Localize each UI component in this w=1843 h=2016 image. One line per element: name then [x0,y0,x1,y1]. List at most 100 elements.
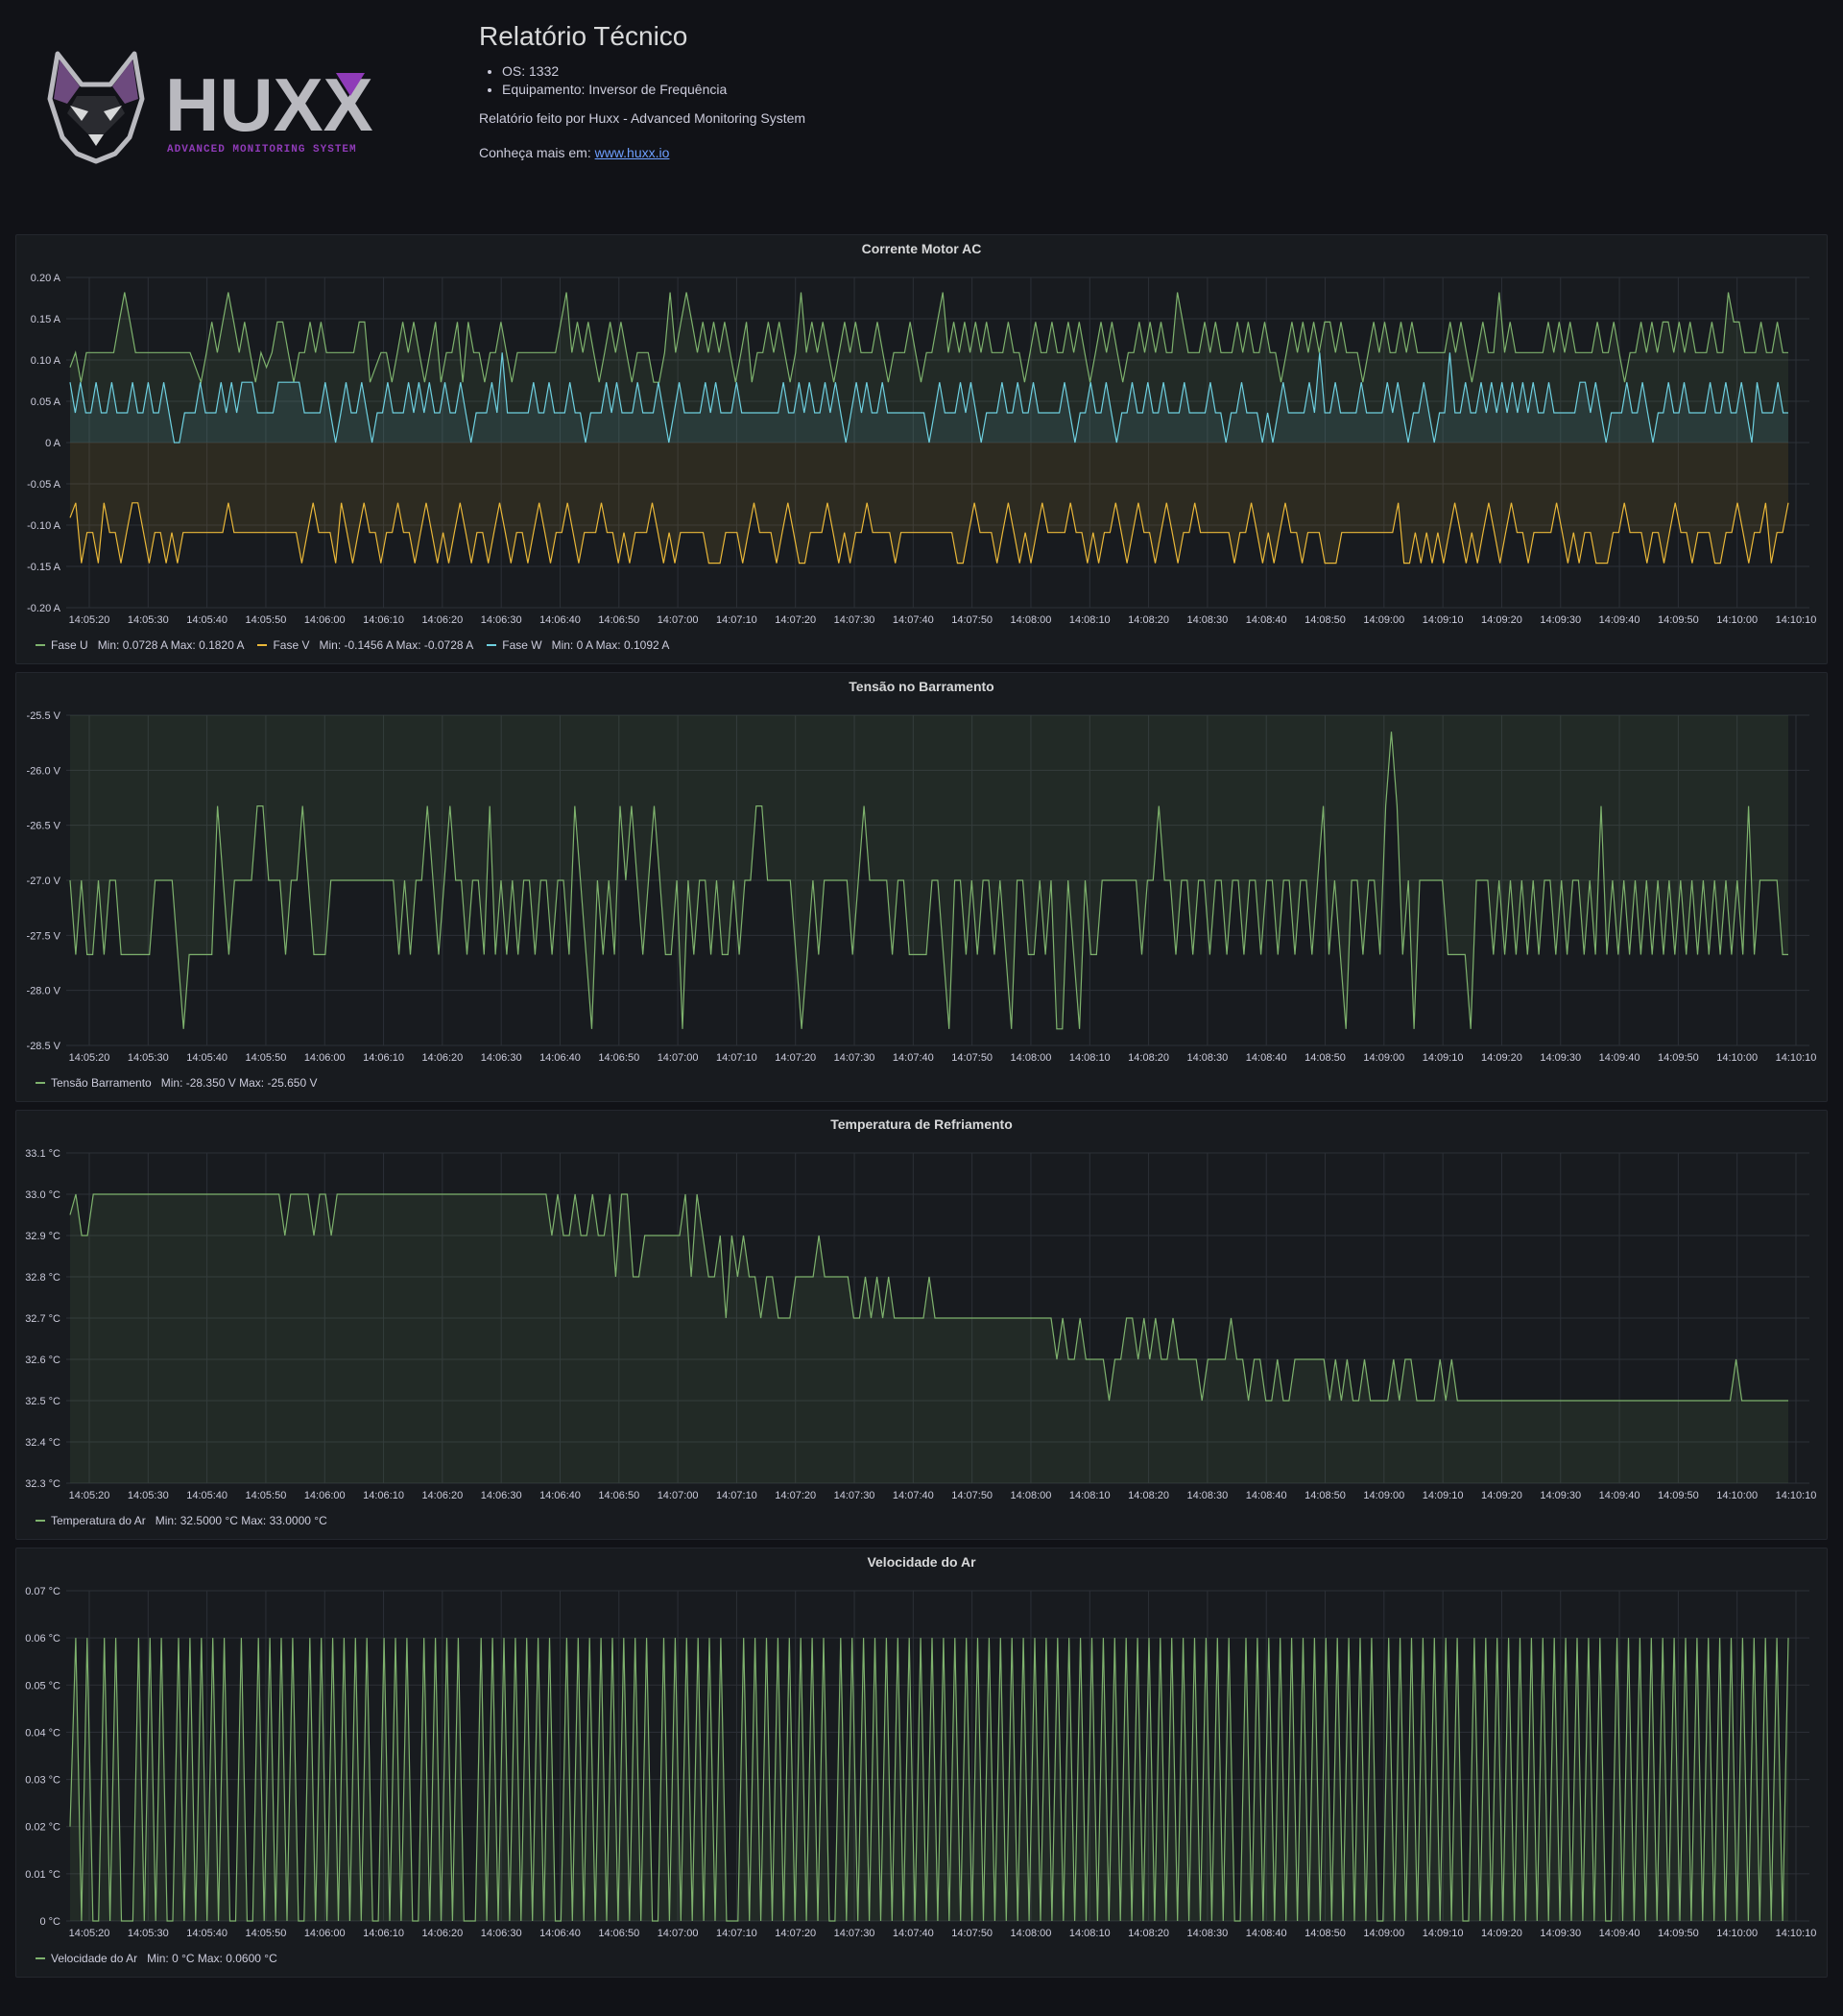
legend-item-fase-v[interactable]: Fase V Min: -0.1456 A Max: -0.0728 A [257,638,473,652]
legend-item-fase-u[interactable]: Fase U Min: 0.0728 A Max: 0.1820 A [36,638,244,652]
x-tick-label: 14:07:00 [658,1052,699,1064]
y-tick-label: 33.0 °C [25,1189,60,1201]
legend: Velocidade do Ar Min: 0 °C Max: 0.0600 °C [36,1952,277,1965]
x-tick-label: 14:07:10 [716,1490,757,1501]
y-tick-label: 32.4 °C [25,1437,60,1449]
report-info: Relatório Técnico OS: 1332 Equipamento: … [479,19,1343,180]
x-tick-label: 14:06:50 [598,1928,639,1939]
x-tick-label: 14:08:50 [1304,614,1346,626]
x-tick-label: 14:08:30 [1186,1052,1228,1064]
chart-temperatura: 33.1 °C 33.0 °C 32.9 °C 32.8 °C 32.7 °C 32.6 … [25,1148,1816,1501]
x-tick-label: 14:10:00 [1716,614,1758,626]
x-tick-label: 14:06:00 [304,1928,346,1939]
x-tick-label: 14:10:10 [1776,1052,1817,1064]
legend-stats: Min: 0 A Max: 0.1092 A [551,638,670,652]
x-tick-label: 14:07:40 [893,1928,934,1939]
legend-stats: Min: 32.5000 °C Max: 33.0000 °C [155,1514,327,1527]
y-tick-label: -26.0 V [27,765,61,777]
huxx-website-link[interactable]: www.huxx.io [595,145,670,160]
x-tick-label: 14:07:40 [893,614,934,626]
chart-tensao-barramento: -25.5 V -26.0 V -26.5 V -27.0 V -27.5 V -28.0… [27,710,1817,1064]
x-tick-label: 14:07:20 [775,1490,816,1501]
x-tick-label: 14:05:40 [186,1928,227,1939]
x-tick-label: 14:08:20 [1128,1052,1169,1064]
x-tick-label: 14:05:40 [186,1490,227,1501]
x-tick-label: 14:05:20 [69,1052,110,1064]
y-tick-label: 0.10 A [31,355,61,367]
x-tick-label: 14:08:20 [1128,1928,1169,1939]
report-details: OS: 1332 Equipamento: Inversor de Frequê… [479,63,1343,97]
wolf-icon: HUXX ADVANCED MONITORING SYSTEM [47,51,373,164]
x-tick-label: 14:08:10 [1069,614,1111,626]
x-tick-label: 14:05:20 [69,1490,110,1501]
x-tick-label: 14:09:50 [1658,1052,1699,1064]
x-tick-label: 14:09:10 [1423,614,1464,626]
legend-item-fase-w[interactable]: Fase W Min: 0 A Max: 0.1092 A [487,638,669,652]
x-tick-label: 14:09:00 [1363,1928,1404,1939]
more-info: Conheça mais em: www.huxx.io [479,145,1343,160]
legend-stats: Min: 0 °C Max: 0.0600 °C [147,1952,277,1965]
x-tick-label: 14:06:40 [539,1052,581,1064]
x-tick-label: 14:06:30 [481,1490,522,1501]
x-tick-label: 14:09:40 [1599,1490,1640,1501]
x-tick-label: 14:06:50 [598,1490,639,1501]
x-tick-label: 14:06:20 [421,614,463,626]
x-tick-label: 14:08:40 [1246,614,1287,626]
x-tick-label: 14:05:30 [128,1928,169,1939]
x-tick-label: 14:06:10 [363,614,404,626]
y-tick-label: 33.1 °C [25,1148,60,1160]
y-tick-label: 0.01 °C [25,1869,60,1881]
y-tick-label: -0.15 A [27,562,61,573]
series-area [70,715,1788,1029]
x-tick-label: 14:08:00 [1011,1928,1052,1939]
x-tick-label: 14:08:50 [1304,1928,1346,1939]
y-tick-label: -0.20 A [27,603,61,614]
legend-stats: Min: 0.0728 A Max: 0.1820 A [97,638,245,652]
x-tick-label: 14:07:30 [834,1490,875,1501]
x-tick-label: 14:07:00 [658,614,699,626]
legend-label: Tensão Barramento [51,1076,152,1090]
legend-label: Fase U [51,638,88,652]
x-tick-label: 14:07:00 [658,1928,699,1939]
x-tick-label: 14:08:00 [1011,1490,1052,1501]
os-number: OS: 1332 [502,63,1343,79]
legend: Temperatura do Ar Min: 32.5000 °C Max: 33… [36,1514,327,1527]
x-tick-label: 14:07:40 [893,1490,934,1501]
legend-swatch [487,644,497,646]
y-tick-label: 0.07 °C [25,1586,60,1597]
report-author: Relatório feito por Huxx - Advanced Moni… [479,110,806,126]
y-tick-label: 32.3 °C [25,1478,60,1490]
legend-item-tensao[interactable]: Tensão Barramento Min: -28.350 V Max: -25… [36,1076,317,1090]
x-tick-label: 14:08:40 [1246,1928,1287,1939]
y-tick-label: 0.06 °C [25,1633,60,1644]
x-tick-label: 14:07:50 [951,1928,993,1939]
x-tick-label: 14:08:20 [1128,1490,1169,1501]
panel-tensao-barramento: Tensão no Barramento -25.5 V -26.0 V -26.5… [15,672,1828,1102]
more-info-prefix: Conheça mais em: [479,145,595,160]
x-tick-label: 14:09:30 [1540,1490,1581,1501]
x-tick-label: 14:09:10 [1423,1052,1464,1064]
x-tick-label: 14:05:30 [128,1052,169,1064]
y-tick-label: 0.05 °C [25,1680,60,1692]
x-tick-label: 14:09:30 [1540,1052,1581,1064]
x-tick-label: 14:09:40 [1599,1052,1640,1064]
x-tick-label: 14:07:20 [775,1928,816,1939]
legend-item-temperatura[interactable]: Temperatura do Ar Min: 32.5000 °C Max: 33… [36,1514,327,1527]
x-tick-label: 14:05:50 [246,1928,287,1939]
x-tick-label: 14:05:40 [186,1052,227,1064]
x-tick-label: 14:05:40 [186,614,227,626]
x-tick-label: 14:07:50 [951,1490,993,1501]
x-tick-label: 14:08:20 [1128,614,1169,626]
x-tick-label: 14:06:10 [363,1928,404,1939]
y-tick-label: 0.04 °C [25,1727,60,1739]
y-tick-label: 32.9 °C [25,1231,60,1242]
y-tick-label: -27.5 V [27,930,61,942]
y-tick-label: -28.5 V [27,1041,61,1052]
x-tick-label: 14:06:40 [539,1490,581,1501]
x-tick-label: 14:09:50 [1658,614,1699,626]
x-tick-label: 14:06:00 [304,1052,346,1064]
legend-item-velocidade[interactable]: Velocidade do Ar Min: 0 °C Max: 0.0600 °C [36,1952,277,1965]
legend-swatch [36,1957,45,1959]
x-tick-label: 14:06:50 [598,614,639,626]
x-tick-label: 14:09:10 [1423,1490,1464,1501]
